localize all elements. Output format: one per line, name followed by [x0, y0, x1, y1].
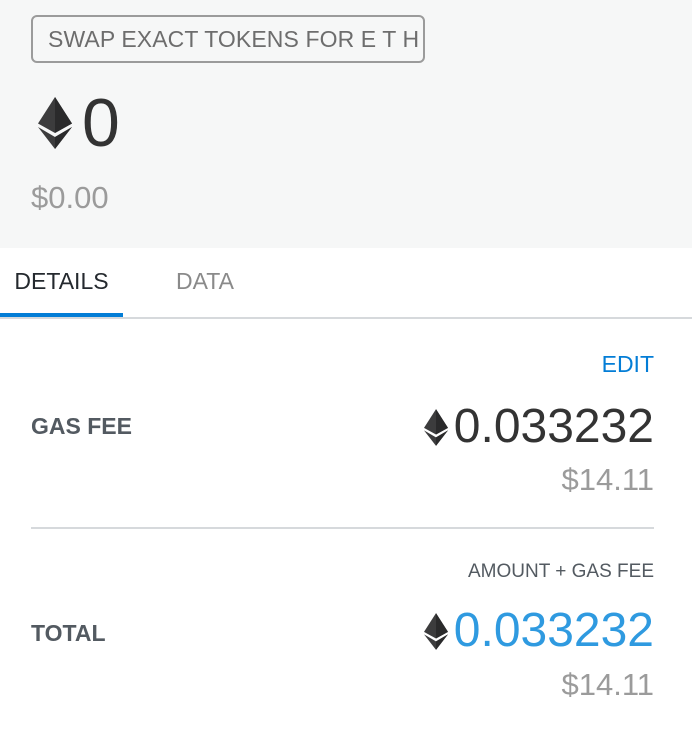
gas-fee-label: GAS FEE [31, 413, 132, 439]
total-label: TOTAL [31, 620, 106, 646]
divider [31, 527, 654, 529]
header-amount-value: 0 [82, 85, 120, 161]
header-fiat-value: $0.00 [31, 180, 109, 215]
eth-icon [423, 612, 448, 650]
total-fiat: $14.11 [561, 667, 654, 702]
total-heading: AMOUNT + GAS FEE [468, 561, 654, 582]
tab-bar: DETAILS DATA [0, 248, 692, 319]
method-badge: SWAP EXACT TOKENS FOR E T H [31, 15, 425, 63]
eth-icon [38, 97, 72, 149]
total-amount: 0.033232 [423, 603, 654, 659]
header-amount: 0 [38, 88, 120, 158]
tab-data[interactable]: DATA [150, 248, 260, 317]
gas-fee-amount: 0.033232 [423, 399, 654, 455]
transaction-header: SWAP EXACT TOKENS FOR E T H 0 $0.00 [0, 0, 692, 248]
gas-fee-fiat: $14.11 [561, 462, 654, 497]
edit-gas-button[interactable]: EDIT [602, 350, 654, 378]
tab-details[interactable]: DETAILS [0, 248, 123, 317]
eth-icon [423, 408, 448, 446]
gas-fee-value: 0.033232 [453, 400, 654, 453]
total-value: 0.033232 [453, 604, 654, 657]
